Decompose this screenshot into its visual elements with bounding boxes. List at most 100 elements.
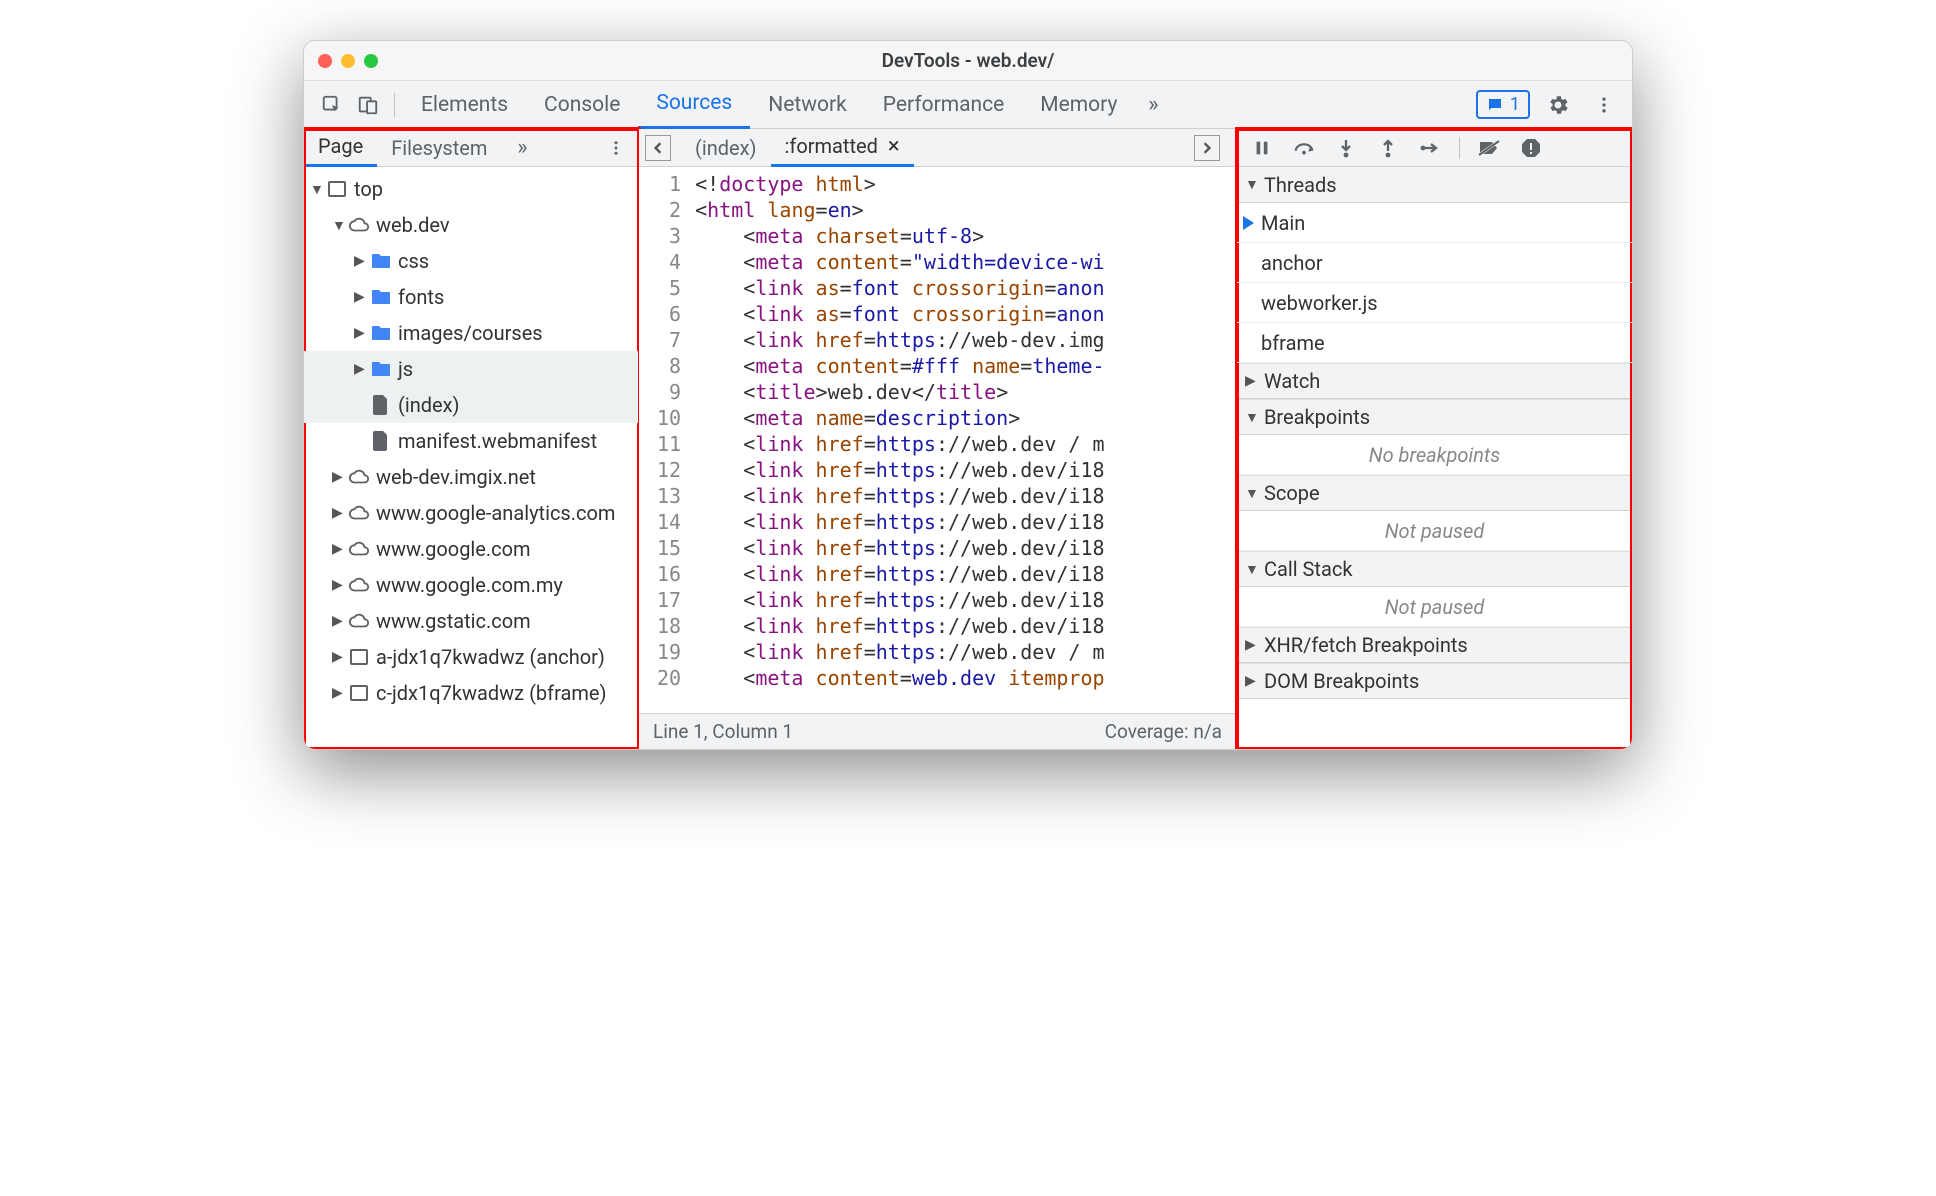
acc-empty-text: Not paused (1237, 587, 1632, 627)
tree-item-label: manifest.webmanifest (398, 429, 597, 453)
acc-section-threads[interactable]: ▼ Threads (1237, 167, 1632, 203)
editor-tab[interactable]: :formatted × (771, 129, 914, 167)
tree-item[interactable]: ▶www.google-analytics.com (304, 495, 638, 531)
window-title: DevTools - web.dev/ (304, 49, 1632, 72)
coverage-status: Coverage: n/a (1105, 720, 1222, 743)
navigator-tabs: Page Filesystem » (304, 129, 638, 167)
tree-item[interactable]: ▶www.google.com.my (304, 567, 638, 603)
device-toolbar-icon[interactable] (353, 90, 383, 120)
separator (394, 93, 395, 117)
nav-tab-filesystem[interactable]: Filesystem (377, 129, 501, 167)
navigator-panel: Page Filesystem » ▼top▼web.dev▶css▶fonts… (304, 129, 639, 749)
editor-panel: (index) :formatted × 123456789101112131415… (639, 129, 1237, 749)
acc-title: Call Stack (1264, 557, 1353, 581)
inspect-element-icon[interactable] (317, 90, 347, 120)
acc-section-dom-breakpoints[interactable]: ▶ DOM Breakpoints (1237, 663, 1632, 699)
thread-item[interactable]: Main (1237, 203, 1632, 243)
main-tab-sources[interactable]: Sources (638, 81, 750, 129)
tree-item-label: a-jdx1q7kwadwz (anchor) (376, 645, 605, 669)
tree-item-label: web.dev (376, 213, 450, 237)
tree-item[interactable]: ▼top (304, 171, 638, 207)
close-tab-icon[interactable]: × (888, 134, 900, 159)
tree-item[interactable]: ▶c-jdx1q7kwadwz (bframe) (304, 675, 638, 711)
thread-item[interactable]: anchor (1237, 243, 1632, 283)
tree-item[interactable]: ▶js (304, 351, 638, 387)
debugger-accordion: ▼ ThreadsMainanchorwebworker.jsbframe▶ W… (1237, 167, 1632, 749)
file-icon (370, 430, 392, 452)
messages-count: 1 (1510, 94, 1520, 115)
nav-tab-page[interactable]: Page (304, 129, 377, 167)
pause-on-exceptions-icon[interactable] (1518, 135, 1544, 161)
next-tab-icon[interactable] (1194, 135, 1220, 161)
pause-icon[interactable] (1249, 135, 1275, 161)
acc-title: DOM Breakpoints (1264, 669, 1419, 693)
nav-kebab-icon[interactable] (601, 133, 631, 163)
messages-badge[interactable]: 1 (1476, 90, 1530, 119)
cursor-position: Line 1, Column 1 (653, 720, 793, 743)
acc-empty-text: No breakpoints (1237, 435, 1632, 475)
editor-tabbar: (index) :formatted × (639, 129, 1236, 167)
deactivate-breakpoints-icon[interactable] (1476, 135, 1502, 161)
tree-item-label: images/courses (398, 321, 543, 345)
separator (1459, 137, 1460, 159)
cloud-icon (348, 502, 370, 524)
editor-tab-label: :formatted (785, 134, 878, 158)
tree-item-label: web-dev.imgix.net (376, 465, 536, 489)
devtools-window: DevTools - web.dev/ ElementsConsoleSourc… (303, 40, 1633, 750)
tree-item-label: (index) (398, 393, 460, 417)
tree-item[interactable]: ▶fonts (304, 279, 638, 315)
step-into-icon[interactable] (1333, 135, 1359, 161)
tree-item[interactable]: ▼web.dev (304, 207, 638, 243)
main-toolbar: ElementsConsoleSourcesNetworkPerformance… (304, 81, 1632, 129)
file-icon (370, 394, 392, 416)
acc-section-call-stack[interactable]: ▼ Call Stack (1237, 551, 1632, 587)
acc-title: Watch (1264, 369, 1320, 393)
tree-item[interactable]: ▶images/courses (304, 315, 638, 351)
tree-item-label: js (398, 357, 413, 381)
file-tree[interactable]: ▼top▼web.dev▶css▶fonts▶images/courses▶js… (304, 167, 638, 749)
step-icon[interactable] (1417, 135, 1443, 161)
nav-more-tabs-icon[interactable]: » (507, 133, 537, 163)
tree-item[interactable]: ▶www.google.com (304, 531, 638, 567)
line-gutter: 1234567891011121314151617181920 (639, 167, 691, 713)
step-over-icon[interactable] (1291, 135, 1317, 161)
acc-section-xhr-fetch-breakpoints[interactable]: ▶ XHR/fetch Breakpoints (1237, 627, 1632, 663)
prev-tab-icon[interactable] (645, 135, 671, 161)
main-tab-memory[interactable]: Memory (1022, 81, 1135, 129)
tree-item[interactable]: (index) (304, 387, 638, 423)
tree-item[interactable]: manifest.webmanifest (304, 423, 638, 459)
tree-item-label: top (354, 177, 383, 201)
acc-empty-text: Not paused (1237, 511, 1632, 551)
code-editor[interactable]: 1234567891011121314151617181920 <!doctyp… (639, 167, 1236, 713)
folder-icon (370, 358, 392, 380)
thread-item[interactable]: bframe (1237, 323, 1632, 363)
cloud-icon (348, 214, 370, 236)
main-tab-elements[interactable]: Elements (403, 81, 526, 129)
tree-item-label: fonts (398, 285, 444, 309)
titlebar: DevTools - web.dev/ (304, 41, 1632, 81)
tree-item[interactable]: ▶www.gstatic.com (304, 603, 638, 639)
editor-tab[interactable]: (index) (681, 129, 771, 167)
more-tabs-icon[interactable]: » (1138, 90, 1168, 120)
acc-section-scope[interactable]: ▼ Scope (1237, 475, 1632, 511)
tree-item-label: www.gstatic.com (376, 609, 531, 633)
kebab-menu-icon[interactable] (1589, 90, 1619, 120)
main-tab-network[interactable]: Network (750, 81, 865, 129)
tree-item[interactable]: ▶web-dev.imgix.net (304, 459, 638, 495)
frame-icon (326, 178, 348, 200)
settings-gear-icon[interactable] (1543, 90, 1573, 120)
tree-item-label: www.google.com.my (376, 573, 563, 597)
frame-icon (348, 646, 370, 668)
cloud-icon (348, 466, 370, 488)
acc-title: Scope (1264, 481, 1320, 505)
editor-tab-label: (index) (695, 136, 757, 160)
thread-item[interactable]: webworker.js (1237, 283, 1632, 323)
tree-item[interactable]: ▶css (304, 243, 638, 279)
step-out-icon[interactable] (1375, 135, 1401, 161)
tree-item[interactable]: ▶a-jdx1q7kwadwz (anchor) (304, 639, 638, 675)
main-tab-performance[interactable]: Performance (865, 81, 1022, 129)
frame-icon (348, 682, 370, 704)
acc-section-watch[interactable]: ▶ Watch (1237, 363, 1632, 399)
main-tab-console[interactable]: Console (526, 81, 638, 129)
acc-section-breakpoints[interactable]: ▼ Breakpoints (1237, 399, 1632, 435)
